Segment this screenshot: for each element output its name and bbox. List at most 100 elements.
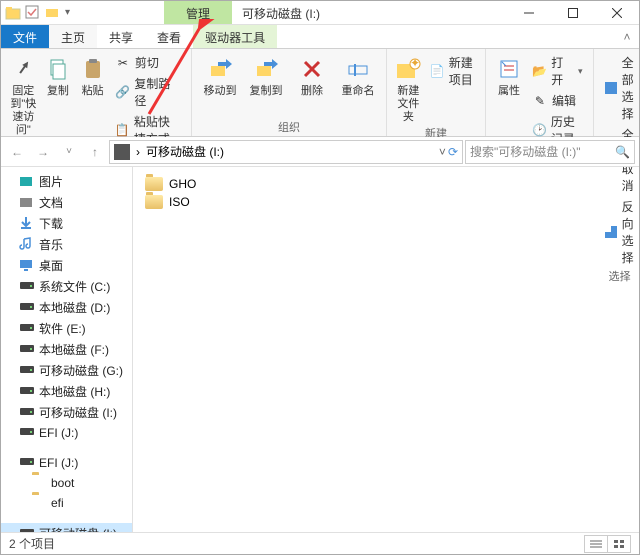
copy-button[interactable]: 复制: [42, 51, 75, 98]
folder-icon: [31, 475, 47, 491]
pin-label: 固定到"快 速访问": [7, 85, 40, 137]
open-button[interactable]: 📂打开▾: [528, 53, 587, 89]
window-controls: [507, 1, 639, 24]
tree-item-label: 下载: [39, 215, 63, 232]
navigation-bar: ← → ˅ ↑ › 可移动磁盘 (I:) ˅ ⟳ 搜索"可移动磁盘 (I:)" …: [1, 137, 639, 167]
select-all-icon: [604, 80, 618, 96]
drive-icon: [19, 363, 35, 379]
tree-item[interactable]: 本地磁盘 (H:): [1, 381, 132, 402]
tree-item[interactable]: EFI (J:): [1, 453, 132, 473]
copy-to-button[interactable]: 复制到: [244, 51, 288, 98]
delete-button[interactable]: 删除: [290, 51, 334, 98]
icons-view-button[interactable]: [607, 535, 631, 553]
tree-item[interactable]: 音乐: [1, 234, 132, 255]
tab-drive-tools[interactable]: 驱动器工具: [193, 25, 277, 48]
tab-view[interactable]: 查看: [145, 25, 193, 48]
tree-item[interactable]: 桌面: [1, 255, 132, 276]
tree-item-label: 图片: [39, 173, 63, 190]
search-icon[interactable]: 🔍: [615, 145, 630, 159]
qat-dropdown-icon[interactable]: ▾: [65, 7, 70, 18]
tree-item-label: 本地磁盘 (D:): [39, 299, 110, 316]
file-item[interactable]: GHO: [141, 175, 631, 193]
close-button[interactable]: [595, 1, 639, 24]
rename-button[interactable]: 重命名: [336, 51, 380, 98]
rename-icon: [344, 55, 372, 83]
tree-item[interactable]: 软件 (E:): [1, 318, 132, 339]
history-icon: 🕑: [532, 122, 547, 138]
ribbon-group-open: 属性 📂打开▾ ✎编辑 🕑历史记录 打开: [486, 49, 594, 136]
item-count: 2 个项目: [9, 535, 55, 552]
navigation-tree[interactable]: 图片文档下载音乐桌面系统文件 (C:)本地磁盘 (D:)软件 (E:)本地磁盘 …: [1, 167, 133, 532]
ribbon-tabbar: 文件 主页 共享 查看 驱动器工具 ˄: [1, 25, 639, 49]
breadcrumb-separator: ›: [136, 145, 140, 159]
file-list[interactable]: GHOISO: [133, 167, 639, 532]
select-all-button[interactable]: 全部选择: [600, 53, 640, 123]
move-to-label: 移动到: [204, 85, 237, 98]
new-folder-button[interactable]: ✦ 新建 文件夹: [393, 51, 424, 124]
tab-home[interactable]: 主页: [49, 25, 97, 48]
tab-file[interactable]: 文件: [1, 25, 49, 48]
recent-locations-button[interactable]: ˅: [57, 140, 81, 164]
back-button[interactable]: ←: [5, 140, 29, 164]
tab-share[interactable]: 共享: [97, 25, 145, 48]
tree-item[interactable]: 可移动磁盘 (I:): [1, 523, 132, 532]
tree-item-label: efi: [51, 496, 64, 510]
new-item-label: 新建项目: [449, 54, 475, 88]
tree-item[interactable]: efi: [1, 493, 132, 513]
tree-item[interactable]: 下载: [1, 213, 132, 234]
breadcrumb-current[interactable]: 可移动磁盘 (I:): [146, 143, 224, 160]
properties-button[interactable]: 属性: [492, 51, 526, 98]
move-to-button[interactable]: 移动到: [198, 51, 242, 98]
copy-label: 复制: [47, 85, 69, 98]
new-item-button[interactable]: 📄新建项目: [426, 53, 479, 89]
paste-button[interactable]: 粘贴: [76, 51, 109, 98]
address-dropdown-icon[interactable]: ˅: [439, 145, 446, 159]
minimize-button[interactable]: [507, 1, 551, 24]
edit-label: 编辑: [552, 92, 576, 109]
tree-item[interactable]: 本地磁盘 (D:): [1, 297, 132, 318]
tree-item[interactable]: 图片: [1, 171, 132, 192]
delete-label: 删除: [301, 85, 323, 98]
refresh-icon[interactable]: ⟳: [448, 145, 458, 159]
checkbox-icon[interactable]: [25, 5, 41, 21]
edit-button[interactable]: ✎编辑: [528, 91, 587, 110]
tree-item-label: 可移动磁盘 (I:): [39, 404, 117, 421]
search-placeholder: 搜索"可移动磁盘 (I:)": [470, 143, 581, 160]
maximize-button[interactable]: [551, 1, 595, 24]
tree-item[interactable]: 系统文件 (C:): [1, 276, 132, 297]
tree-item[interactable]: EFI (J:): [1, 423, 132, 443]
properties-icon: [495, 55, 523, 83]
up-button[interactable]: ↑: [83, 140, 107, 164]
file-item[interactable]: ISO: [141, 193, 631, 211]
forward-button[interactable]: →: [31, 140, 55, 164]
new-folder-label: 新建 文件夹: [393, 85, 424, 124]
ribbon-expand-icon[interactable]: ˄: [615, 25, 639, 48]
cut-button[interactable]: ✂剪切: [111, 53, 185, 72]
new-folder-icon: ✦: [394, 55, 422, 83]
folder-icon-small[interactable]: [45, 5, 61, 21]
pin-quick-access-button[interactable]: 固定到"快 速访问": [7, 51, 40, 137]
tree-item[interactable]: boot: [1, 473, 132, 493]
drive-icon: [19, 425, 35, 441]
view-switcher: [585, 535, 631, 553]
tree-item[interactable]: 可移动磁盘 (I:): [1, 402, 132, 423]
address-bar[interactable]: › 可移动磁盘 (I:) ˅ ⟳: [109, 140, 463, 164]
cut-label: 剪切: [135, 54, 159, 71]
status-bar: 2 个项目: [1, 532, 639, 554]
drive-icon: [19, 405, 35, 421]
details-view-button[interactable]: [584, 535, 608, 553]
downloads-icon: [19, 216, 35, 232]
tree-item-label: 可移动磁盘 (G:): [39, 362, 123, 379]
pictures-icon: [19, 174, 35, 190]
tree-item-label: EFI (J:): [39, 426, 78, 440]
open-icon: 📂: [532, 63, 547, 79]
tree-item[interactable]: 本地磁盘 (F:): [1, 339, 132, 360]
search-box[interactable]: 搜索"可移动磁盘 (I:)" 🔍: [465, 140, 635, 164]
drive-icon: [19, 455, 35, 471]
tree-item[interactable]: 可移动磁盘 (G:): [1, 360, 132, 381]
main-body: 图片文档下载音乐桌面系统文件 (C:)本地磁盘 (D:)软件 (E:)本地磁盘 …: [1, 167, 639, 532]
pin-icon: [9, 55, 37, 83]
tree-item[interactable]: 文档: [1, 192, 132, 213]
tree-item-label: 文档: [39, 194, 63, 211]
copy-path-button[interactable]: 🔗复制路径: [111, 74, 185, 110]
